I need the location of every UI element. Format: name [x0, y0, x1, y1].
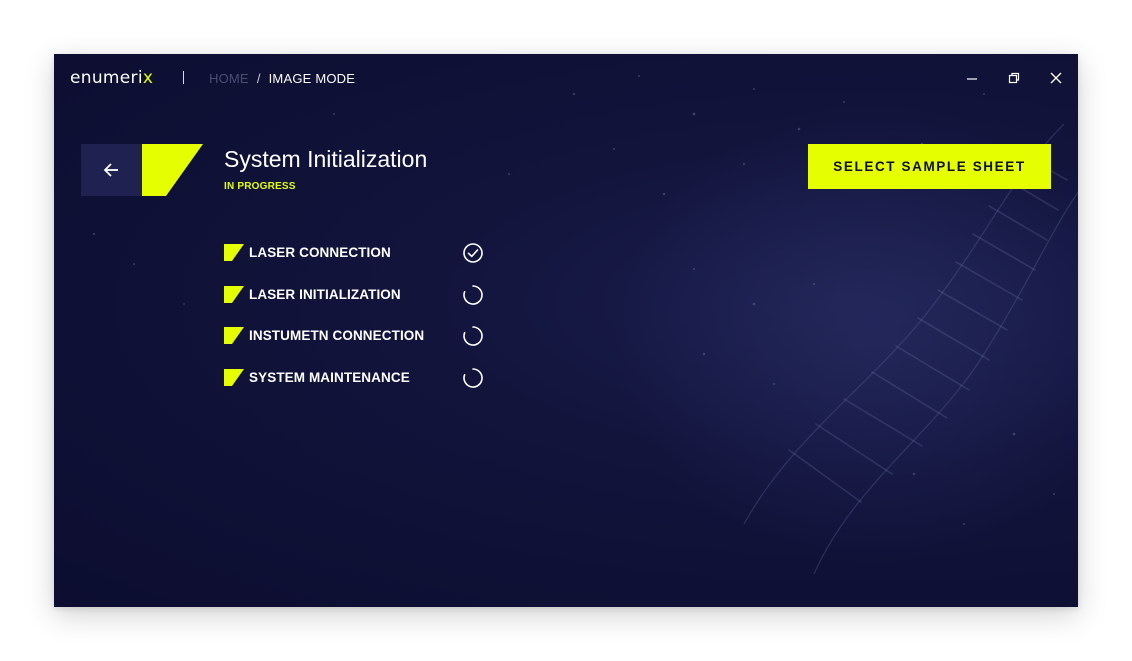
close-button[interactable] — [1048, 70, 1064, 86]
restore-icon — [1008, 72, 1020, 84]
initialization-steps: LASER CONNECTION LASER INITIALIZATION IN… — [224, 241, 486, 407]
back-button[interactable] — [81, 144, 142, 196]
arrow-left-icon — [103, 163, 118, 177]
logo-text: enumeri — [70, 68, 143, 88]
step-instrument-connection: INSTUMETN CONNECTION — [224, 324, 486, 348]
minimize-icon — [967, 78, 977, 80]
step-marker-icon — [224, 244, 244, 261]
step-marker-icon — [224, 327, 244, 344]
select-sample-sheet-button[interactable]: SELECT SAMPLE SHEET — [808, 144, 1051, 189]
step-marker-icon — [224, 368, 244, 386]
step-marker-icon — [224, 285, 244, 303]
check-circle-icon — [463, 243, 483, 263]
step-label: INSTUMETN CONNECTION — [249, 328, 425, 343]
minimize-button[interactable] — [964, 70, 980, 86]
spinner-icon — [463, 326, 483, 346]
step-label: SYSTEM MAINTENANCE — [249, 369, 410, 385]
step-system-maintenance: SYSTEM MAINTENANCE — [224, 366, 486, 390]
step-label: LASER CONNECTION — [249, 245, 391, 260]
logo: enumerix — [70, 68, 153, 88]
status-badge: IN PROGRESS — [224, 181, 296, 192]
logo-divider — [183, 71, 184, 84]
dna-background-image — [92, 75, 1078, 575]
logo-accent: x — [142, 68, 154, 88]
breadcrumb: HOME / IMAGE MODE — [209, 71, 355, 86]
step-laser-initialization: LASER INITIALIZATION — [224, 283, 486, 307]
step-laser-connection: LASER CONNECTION — [224, 241, 486, 265]
close-icon — [1050, 72, 1062, 84]
header-accent-shape — [142, 144, 203, 196]
spinner-icon — [463, 284, 483, 305]
breadcrumb-separator: / — [256, 71, 261, 86]
restore-button[interactable] — [1006, 70, 1022, 86]
title-bar: enumerix HOME / IMAGE MODE — [54, 54, 1078, 104]
spinner-icon — [463, 367, 483, 388]
step-label: LASER INITIALIZATION — [249, 286, 401, 302]
app-window: enumerix HOME / IMAGE MODE System Initia… — [54, 54, 1078, 607]
breadcrumb-current: IMAGE MODE — [268, 71, 356, 86]
page-title: System Initialization — [224, 146, 428, 172]
breadcrumb-home[interactable]: HOME — [209, 71, 249, 86]
